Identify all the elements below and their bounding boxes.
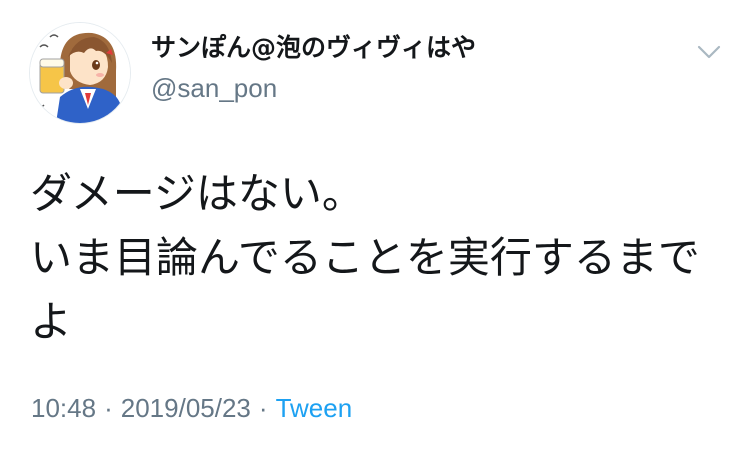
chevron-down-icon	[697, 45, 721, 59]
anime-girl-avatar-icon	[30, 23, 130, 123]
tweet-date[interactable]: 2019/05/23	[121, 393, 251, 423]
tweet-card: サンぽん@泡のヴィヴィはや @san_pon ダメージはない。 いま目論んでるこ…	[0, 0, 750, 449]
meta-separator: ·	[104, 393, 113, 423]
tweet-text: ダメージはない。 いま目論んでることを実行するまでよ	[30, 169, 700, 346]
tweet-time[interactable]: 10:48	[31, 393, 96, 423]
user-avatar[interactable]	[29, 22, 131, 124]
tweet-source-link[interactable]: Tween	[276, 393, 353, 423]
tweet-meta: 10:48 · 2019/05/23 · Tween	[31, 392, 352, 424]
tweet-menu-button[interactable]	[694, 40, 724, 64]
user-handle[interactable]: @san_pon	[151, 72, 277, 104]
meta-separator: ·	[258, 393, 268, 423]
display-name[interactable]: サンぽん@泡のヴィヴィはや	[151, 32, 476, 64]
